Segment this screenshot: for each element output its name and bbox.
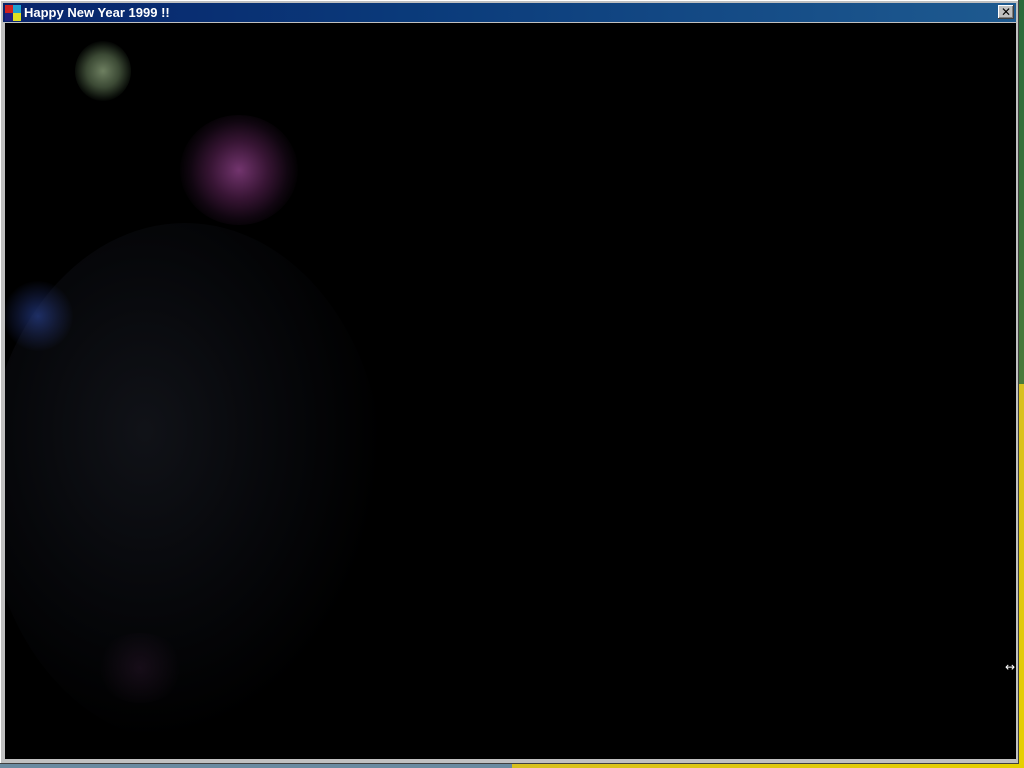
fireworks-canvas[interactable] (5, 23, 1016, 759)
window-title: Happy New Year 1999 !! (24, 5, 170, 20)
close-icon: ✕ (1000, 5, 1012, 19)
firework-burst-pink (180, 115, 298, 225)
desktop-edge-right (1019, 0, 1024, 768)
firework-debris (5, 223, 385, 743)
fireworks-app-icon[interactable] (5, 4, 21, 21)
close-button[interactable]: ✕ (998, 5, 1014, 19)
resize-horizontal-cursor-icon: ↔ (1005, 660, 1016, 674)
title-bar[interactable]: Happy New Year 1999 !! ✕ (3, 3, 1016, 22)
fireworks-window: Happy New Year 1999 !! ✕ (0, 0, 1019, 764)
firework-debris-low (95, 633, 185, 703)
firework-burst-green (75, 41, 131, 101)
